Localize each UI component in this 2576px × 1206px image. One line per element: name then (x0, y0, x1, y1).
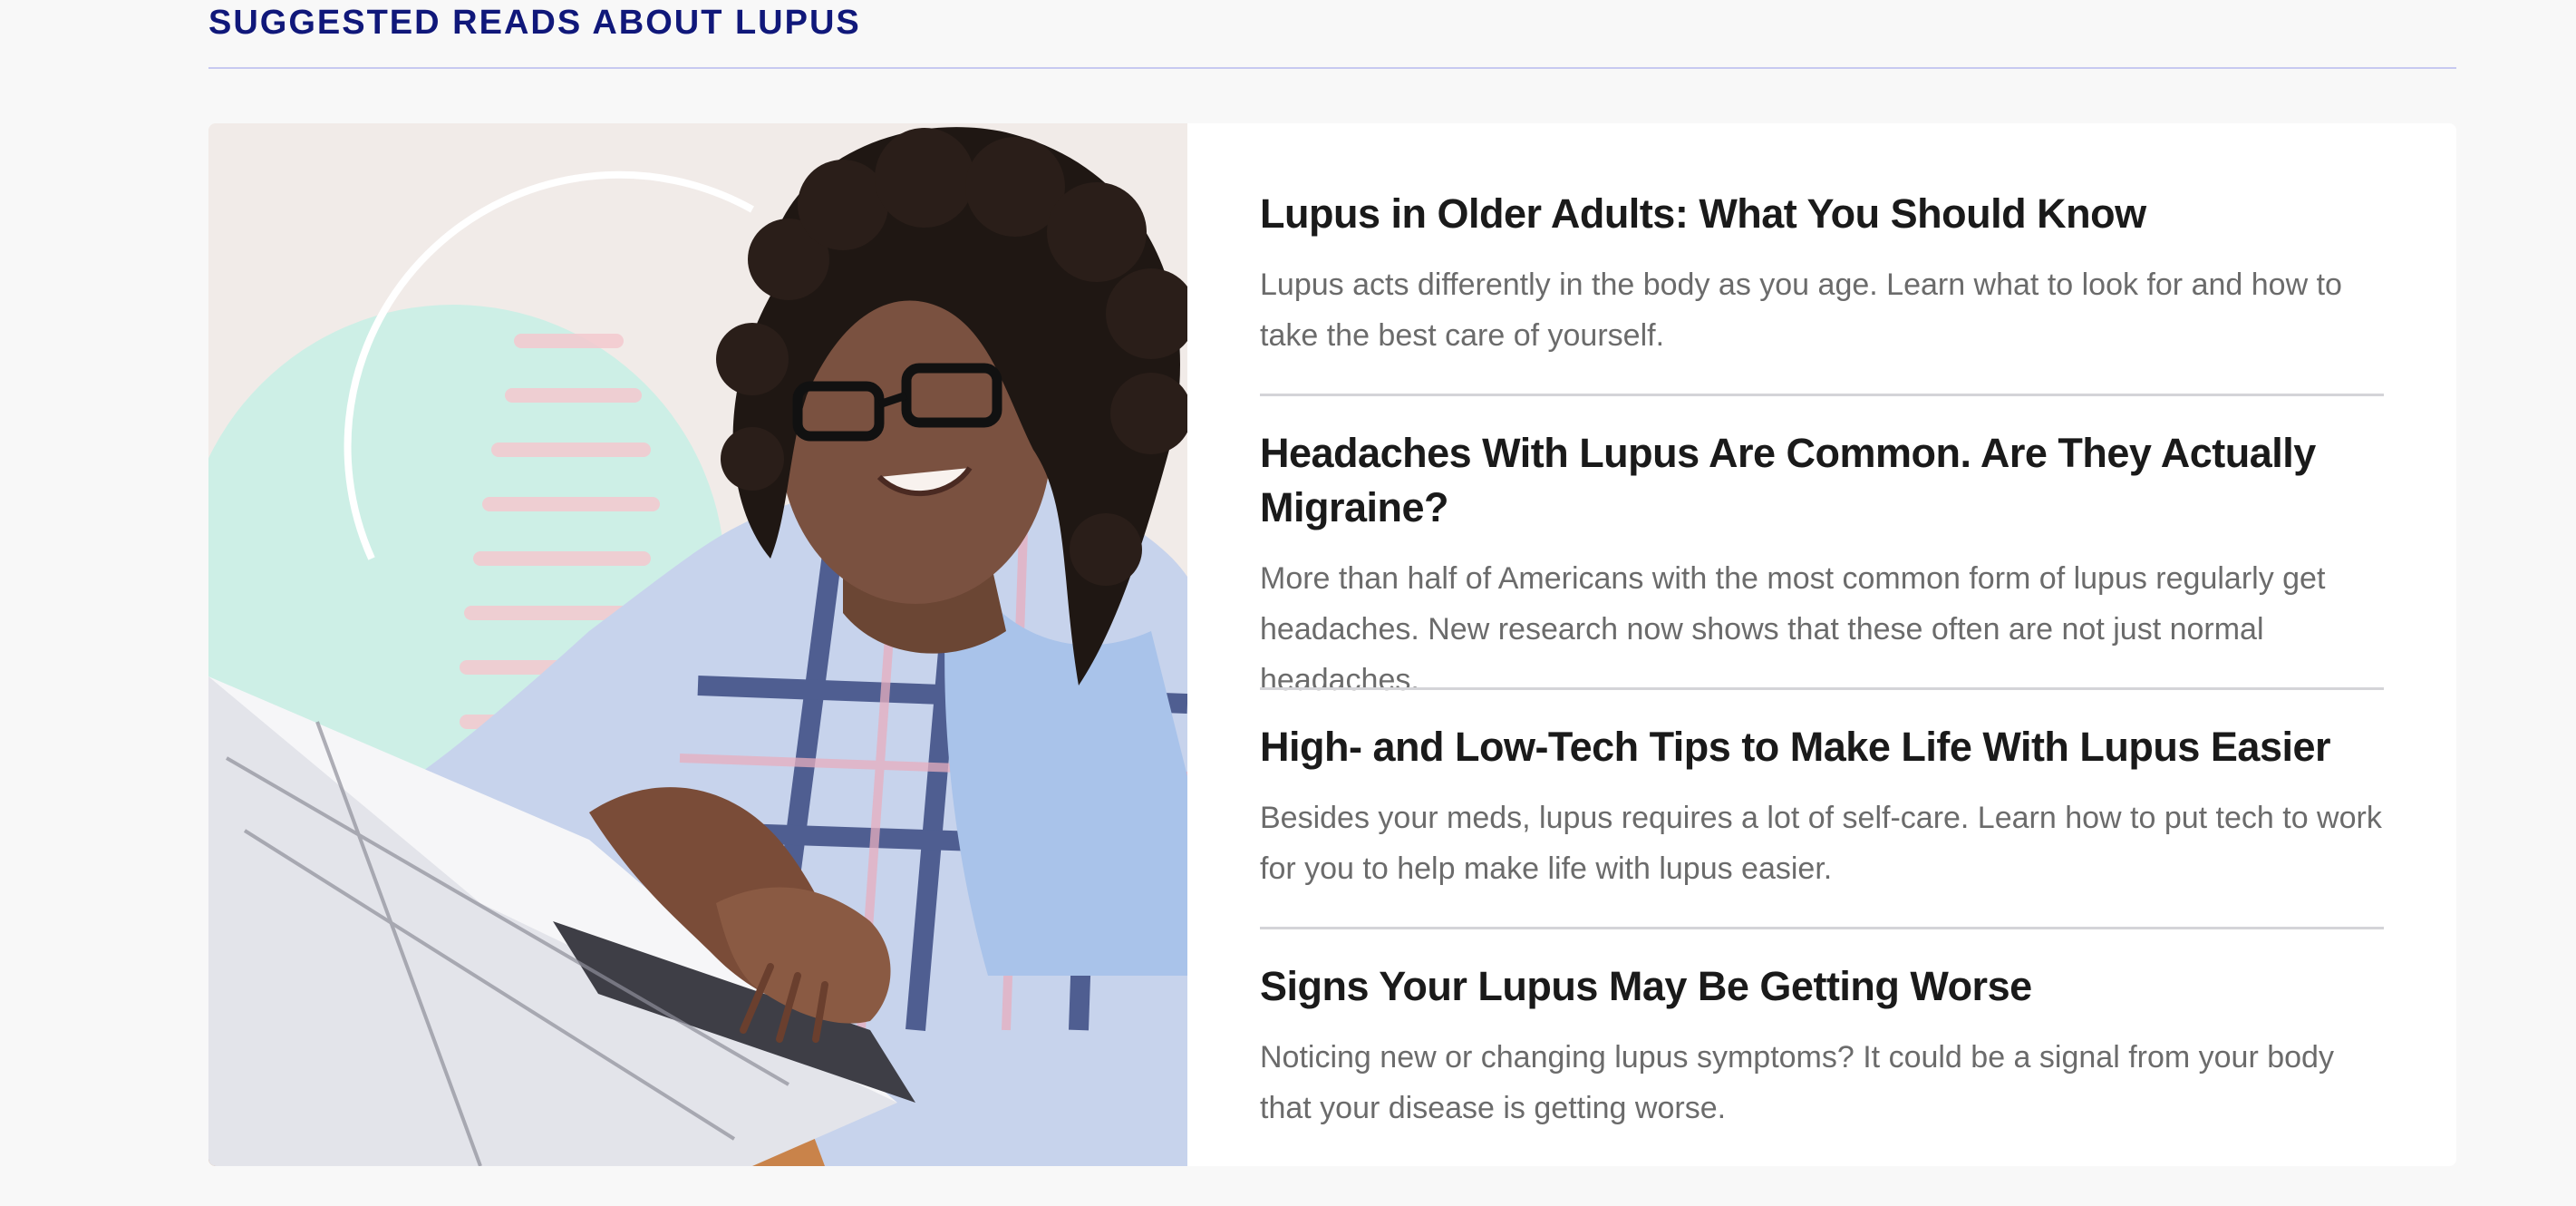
read-description: Besides your meds, lupus requires a lot … (1260, 801, 2382, 886)
read-description: Lupus acts differently in the body as yo… (1260, 267, 2342, 353)
section-title: SUGGESTED READS ABOUT LUPUS (208, 4, 861, 42)
read-item-older-adults[interactable]: Lupus in Older Adults: What You Should K… (1260, 187, 2384, 361)
read-description: Noticing new or changing lupus symptoms?… (1260, 1040, 2334, 1125)
hero-image (208, 123, 1187, 1166)
read-divider (1260, 927, 2384, 929)
section-title-rule (208, 67, 2456, 69)
read-title[interactable]: Headaches With Lupus Are Common. Are The… (1260, 426, 2384, 535)
read-item-tech-tips[interactable]: High- and Low-Tech Tips to Make Life Wit… (1260, 720, 2384, 894)
read-divider (1260, 394, 2384, 396)
read-title[interactable]: Lupus in Older Adults: What You Should K… (1260, 187, 2384, 241)
read-description: More than half of Americans with the mos… (1260, 561, 2326, 697)
read-title[interactable]: High- and Low-Tech Tips to Make Life Wit… (1260, 720, 2384, 774)
read-divider (1260, 687, 2384, 690)
suggested-reads-card: Lupus in Older Adults: What You Should K… (208, 123, 2456, 1166)
suggested-reads-list: Lupus in Older Adults: What You Should K… (1260, 123, 2384, 1166)
read-item-getting-worse[interactable]: Signs Your Lupus May Be Getting Worse No… (1260, 959, 2384, 1133)
read-item-headaches[interactable]: Headaches With Lupus Are Common. Are The… (1260, 426, 2384, 705)
hero-illustration (208, 123, 1187, 1166)
read-title[interactable]: Signs Your Lupus May Be Getting Worse (1260, 959, 2384, 1014)
